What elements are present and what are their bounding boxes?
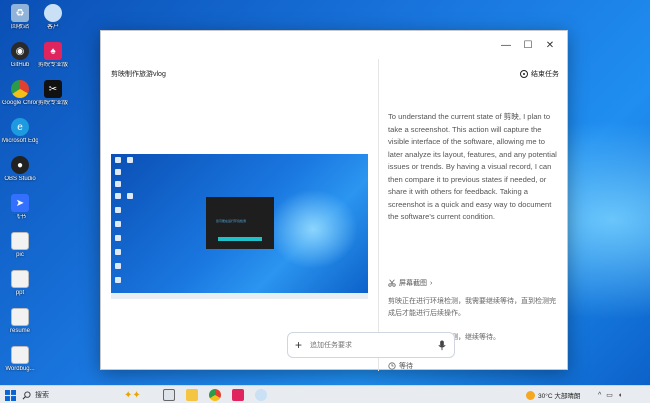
start-button[interactable] <box>5 388 16 402</box>
desktop-icon-pic[interactable]: pic <box>2 232 38 259</box>
github-icon: ◉ <box>11 42 29 60</box>
thumbnail-dialog: 您可能在运行环境检测 <box>206 197 274 249</box>
thumbnail-desktop-icon <box>115 181 121 187</box>
capcut-icon: ♠ <box>44 42 62 60</box>
chevron-right-icon: › <box>430 279 433 287</box>
edge-icon: e <box>11 118 29 136</box>
thumbnail-dialog-message: 您可能在运行环境检测 <box>216 219 247 223</box>
screenshot-thumbnail[interactable]: 您可能在运行环境检测 <box>111 154 368 299</box>
thumbnail-glow <box>268 189 358 269</box>
agent-window: — ☐ ✕ 剪映制作旅游vlog 结束任务 您可能在运行环境检测 To unde… <box>100 30 568 371</box>
desktop-icon-resume[interactable]: resume <box>2 308 38 335</box>
desktop-icon-github[interactable]: ◉ GitHub <box>2 42 38 69</box>
close-button[interactable]: ✕ <box>539 35 561 55</box>
plus-icon[interactable]: + <box>295 338 302 352</box>
thumbnail-desktop-icon <box>115 221 121 227</box>
thumbnail-desktop-icon <box>115 249 121 255</box>
task-input-box: + <box>287 332 455 358</box>
assistant-panel: To understand the current state of 剪映, I… <box>378 59 568 371</box>
system-tray[interactable]: ^ ▭ ◖ <box>598 388 622 402</box>
scissors-icon <box>388 279 396 287</box>
screenshot-link[interactable]: 屏幕截图 › <box>388 278 432 288</box>
task-view-button[interactable] <box>163 388 175 402</box>
chrome-icon <box>11 80 29 98</box>
thumbnail-desktop-icon <box>115 157 121 163</box>
microphone-icon[interactable] <box>437 340 447 351</box>
network-icon[interactable]: ▭ <box>606 391 613 399</box>
waiting-status: 等待 <box>388 361 413 371</box>
feishu-icon: ➤ <box>11 194 29 212</box>
assistant-message-english: To understand the current state of 剪映, I… <box>388 112 557 221</box>
taskbar-agent[interactable] <box>255 388 267 402</box>
folder-icon <box>186 389 198 401</box>
obs-icon: ● <box>11 156 29 174</box>
capcut-icon <box>232 389 244 401</box>
desktop-icon-feishu[interactable]: ➤ 飞书 <box>2 194 38 221</box>
taskbar-explorer[interactable] <box>186 388 198 402</box>
avatar-icon <box>255 389 267 401</box>
windows-icon <box>5 389 16 401</box>
thumbnail-desktop-icon <box>115 169 121 175</box>
tray-arrow-icon[interactable]: ^ <box>598 392 601 399</box>
file-icon <box>11 346 29 364</box>
waiting-label: 等待 <box>399 363 413 370</box>
desktop-icon-obs[interactable]: ● OBS Studio <box>2 156 38 183</box>
desktop-icon-user[interactable]: 客户 <box>35 4 71 31</box>
maximize-button[interactable]: ☐ <box>517 35 539 55</box>
assistant-message-1: 剪映正在进行环境检测，我需要继续等待，直到检测完成后才能进行后续操作。 <box>388 298 556 317</box>
search-icon <box>22 390 31 399</box>
thumbnail-dialog-button <box>218 237 262 241</box>
thumbnail-desktop-icon <box>115 235 121 241</box>
desktop-icon-ppt[interactable]: ppt <box>2 270 38 297</box>
desktop-icon-recycle-bin[interactable]: ♻ 回收站 <box>2 4 38 31</box>
recycle-bin-icon: ♻ <box>11 4 29 22</box>
taskbar-search[interactable]: 搜索 <box>22 388 118 402</box>
desktop-icon-edge[interactable]: e Microsoft Edge <box>2 118 38 145</box>
desktop-icon-capcut-pro[interactable]: ✂ 剪映专业版 <box>35 80 71 107</box>
clock-icon <box>388 362 396 370</box>
sun-icon <box>526 390 535 400</box>
desktop-icon-chrome[interactable]: Google Chrome <box>2 80 38 107</box>
thumbnail-desktop-icon <box>115 193 121 199</box>
thumbnail-desktop-icon <box>115 207 121 213</box>
minimize-button[interactable]: — <box>495 35 517 55</box>
thumbnail-taskbar <box>111 293 368 299</box>
taskbar: 搜索 ✦✦ 30°C 大部晴朗 ^ ▭ ◖ <box>0 385 650 403</box>
file-icon <box>11 308 29 326</box>
chrome-icon <box>209 389 221 401</box>
desktop-icon-wordbug[interactable]: Wordbug... <box>2 346 38 373</box>
copilot-sparkle-icon[interactable]: ✦✦ <box>124 388 141 402</box>
thumbnail-desktop-icon <box>127 157 133 163</box>
file-icon <box>11 270 29 288</box>
weather-text: 30°C 大部晴朗 <box>538 393 581 400</box>
file-icon <box>11 232 29 250</box>
avatar-icon <box>44 4 62 22</box>
taskbar-chrome[interactable] <box>209 388 221 402</box>
capcut-pro-icon: ✂ <box>44 80 62 98</box>
volume-icon[interactable]: ◖ <box>618 392 622 399</box>
taskbar-search-label: 搜索 <box>35 392 49 399</box>
task-view-icon <box>163 389 175 401</box>
task-title: 剪映制作旅游vlog <box>111 71 166 78</box>
taskbar-capcut[interactable] <box>232 388 244 402</box>
window-titlebar[interactable]: — ☐ ✕ <box>101 31 567 59</box>
thumbnail-desktop-icon <box>115 277 121 283</box>
task-input[interactable] <box>310 339 430 352</box>
screenshot-link-label: 屏幕截图 <box>399 280 427 287</box>
thumbnail-desktop-icon <box>115 263 121 269</box>
desktop-icon-capcut-red[interactable]: ♠ 剪映专业版 <box>35 42 71 69</box>
thumbnail-desktop-icon <box>127 193 133 199</box>
weather-widget[interactable]: 30°C 大部晴朗 <box>526 388 580 402</box>
